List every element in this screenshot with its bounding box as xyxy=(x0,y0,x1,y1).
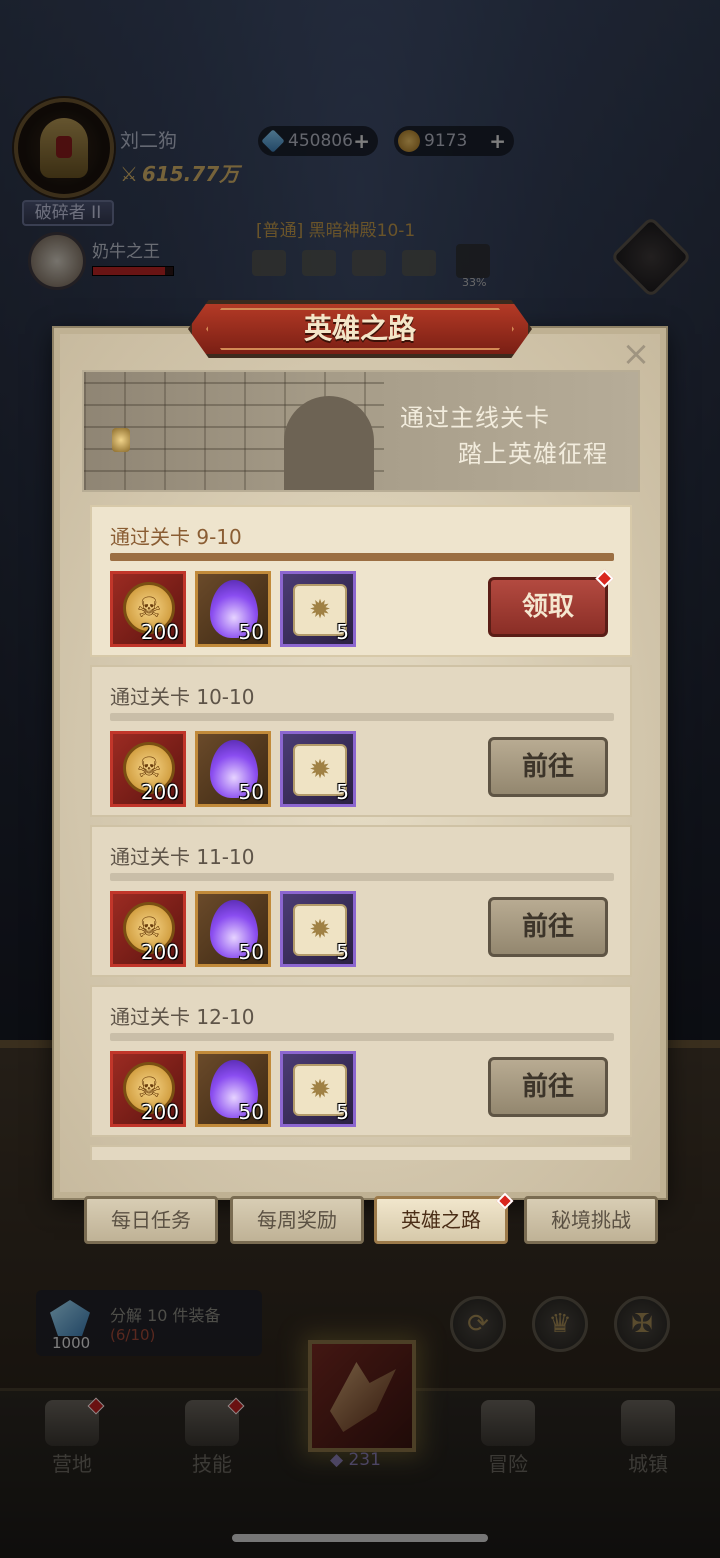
task-card: 通过关卡 10-10 200 50 5 前往 xyxy=(90,665,632,817)
dialog-banner xyxy=(82,370,640,492)
banner-text-line1: 通过主线关卡 xyxy=(400,404,550,432)
reward-qty: 50 xyxy=(238,780,264,804)
reward-qty: 5 xyxy=(336,620,349,644)
reward-gold[interactable]: 200 xyxy=(110,731,186,807)
reward-qty: 200 xyxy=(140,780,179,804)
reward-qty: 200 xyxy=(140,620,179,644)
reward-qty: 50 xyxy=(238,1100,264,1124)
reward-scroll[interactable]: 5 xyxy=(280,731,356,807)
tab-weekly-rewards[interactable]: 每周奖励 xyxy=(230,1196,364,1244)
reward-soul[interactable]: 50 xyxy=(195,731,271,807)
archway-illustration xyxy=(284,396,374,490)
go-button[interactable]: 前往 xyxy=(488,897,608,957)
reward-scroll[interactable]: 5 xyxy=(280,891,356,967)
task-title: 通过关卡 12-10 xyxy=(110,1005,255,1029)
dialog-title: 英雄之路 xyxy=(303,312,416,345)
go-button[interactable]: 前往 xyxy=(488,737,608,797)
task-list[interactable]: 通过关卡 9-10 200 50 5 领取 通过关卡 10-10 200 50 … xyxy=(90,505,632,1160)
notification-dot xyxy=(496,1192,514,1210)
task-progress-bar xyxy=(110,873,614,881)
tab-daily-tasks[interactable]: 每日任务 xyxy=(84,1196,218,1244)
reward-soul[interactable]: 50 xyxy=(195,891,271,967)
tab-hero-road[interactable]: 英雄之路 xyxy=(374,1192,514,1244)
reward-qty: 50 xyxy=(238,940,264,964)
reward-scroll[interactable]: 5 xyxy=(280,1051,356,1127)
task-progress-bar xyxy=(110,1033,614,1041)
reward-qty: 5 xyxy=(336,940,349,964)
reward-gold[interactable]: 200 xyxy=(110,891,186,967)
reward-soul[interactable]: 50 xyxy=(195,571,271,647)
reward-soul[interactable]: 50 xyxy=(195,1051,271,1127)
task-progress-fill xyxy=(110,553,614,561)
dialog-tabs: 每日任务 每周奖励 英雄之路 秘境挑战 xyxy=(84,1192,664,1252)
task-progress-bar xyxy=(110,553,614,561)
notification-dot xyxy=(595,569,614,588)
reward-qty: 200 xyxy=(140,1100,179,1124)
task-title: 通过关卡 10-10 xyxy=(110,685,255,709)
reward-qty: 5 xyxy=(336,1100,349,1124)
task-progress-bar xyxy=(110,713,614,721)
tab-secret-challenge[interactable]: 秘境挑战 xyxy=(524,1196,658,1244)
tab-hero-road-label: 英雄之路 xyxy=(401,1208,481,1232)
reward-qty: 200 xyxy=(140,940,179,964)
banner-text-line2: 踏上英雄征程 xyxy=(458,440,608,468)
task-card: 通过关卡 12-10 200 50 5 前往 xyxy=(90,985,632,1137)
task-card-partial xyxy=(90,1145,632,1160)
task-card: 通过关卡 11-10 200 50 5 前往 xyxy=(90,825,632,977)
go-button[interactable]: 前往 xyxy=(488,1057,608,1117)
lantern-icon xyxy=(112,428,130,452)
task-title: 通过关卡 9-10 xyxy=(110,525,242,549)
claim-button[interactable]: 领取 xyxy=(488,569,614,637)
reward-scroll[interactable]: 5 xyxy=(280,571,356,647)
close-icon[interactable]: × xyxy=(620,336,652,372)
task-card: 通过关卡 9-10 200 50 5 领取 xyxy=(90,505,632,657)
reward-qty: 5 xyxy=(336,780,349,804)
reward-gold[interactable]: 200 xyxy=(110,1051,186,1127)
reward-gold[interactable]: 200 xyxy=(110,571,186,647)
claim-button-label: 领取 xyxy=(521,592,574,622)
reward-qty: 50 xyxy=(238,620,264,644)
task-title: 通过关卡 11-10 xyxy=(110,845,255,869)
